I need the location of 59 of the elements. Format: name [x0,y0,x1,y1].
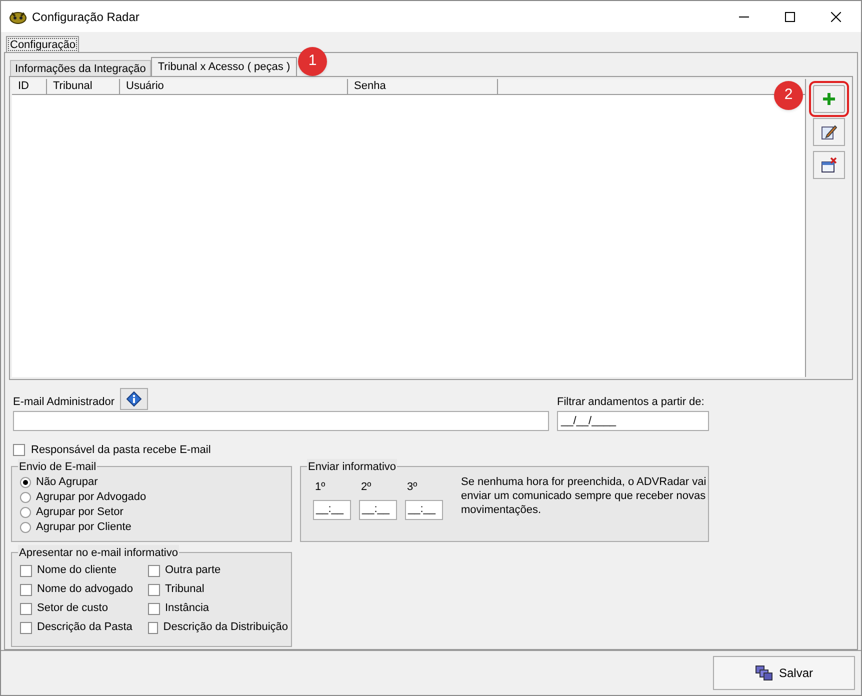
window-title: Configuração Radar [32,8,140,26]
date-field[interactable]: __/__/____ [557,411,709,431]
column-header[interactable]: Usuário [120,79,348,94]
checkbox-label: Instância [165,601,210,616]
time-field[interactable]: __:__ [359,500,397,520]
time-label: 2º [360,480,372,495]
tab[interactable]: Configuração [6,36,80,53]
maximize-icon[interactable] [785,12,795,22]
radio-label: Não Agrupar [36,475,98,490]
time-field[interactable]: __:__ [405,500,443,520]
checkbox[interactable] [20,564,32,576]
tab[interactable]: Informações da Integração [10,60,151,76]
app-icon [9,10,27,24]
info-icon [126,391,142,407]
column-header[interactable]: Tribunal [47,79,120,94]
group-title: Apresentar no e-mail informativo [18,545,179,562]
radio-label: Agrupar por Setor [36,505,124,520]
checkbox[interactable] [148,564,160,576]
checkbox-label: Nome do advogado [37,582,134,598]
info-button[interactable] [120,388,148,410]
checkbox[interactable] [20,622,32,634]
column-header[interactable]: Senha [348,79,498,94]
column-header[interactable]: ID [12,79,47,94]
checkbox-label: Tribunal [165,582,204,598]
checkbox[interactable] [13,444,25,456]
radio-button[interactable] [20,477,31,488]
email-field[interactable] [13,411,549,431]
checkbox[interactable] [20,584,32,596]
checkbox-label: Setor de custo [37,601,108,616]
checkbox-label: Descrição da Distribuição [163,620,288,636]
delete-button[interactable] [813,151,845,179]
step-badge: 1 [298,47,327,76]
time-field[interactable]: __:__ [313,500,351,520]
info-note: Se nenhuma hora for preenchida, o ADVRadar vai enviar um comunicado sempre que receber novas movimentações. [461,475,708,518]
disks-icon [754,665,773,681]
edit-button[interactable] [813,118,845,146]
radio-button[interactable] [20,507,31,518]
checkbox-label: Nome do cliente [37,563,116,578]
save-button[interactable]: Salvar [713,656,855,690]
pencil-note-icon [821,124,837,140]
radio-button[interactable] [20,492,31,503]
radio-label: Agrupar por Cliente [36,520,132,536]
window-remove-icon [821,157,837,173]
checkbox-label: Descrição da Pasta [37,620,132,636]
checkbox[interactable] [20,602,32,614]
time-label: 3º [406,480,418,495]
checkbox-label: Responsável da pasta recebe E-mail [31,442,211,458]
checkbox[interactable] [148,602,160,614]
radio-label: Agrupar por Advogado [36,490,146,506]
tab[interactable]: Tribunal x Acesso ( peças ) [150,57,298,76]
checkbox-label: Outra parte [165,563,221,578]
field-label: Filtrar andamentos a partir de: [557,395,706,410]
checkbox[interactable] [148,622,158,634]
time-label: 1º [314,480,326,495]
field-label: E-mail Administrador [13,394,114,410]
radio-button[interactable] [20,522,31,533]
plus-icon [822,92,836,106]
checkbox[interactable] [148,584,160,596]
close-icon[interactable] [831,12,841,22]
